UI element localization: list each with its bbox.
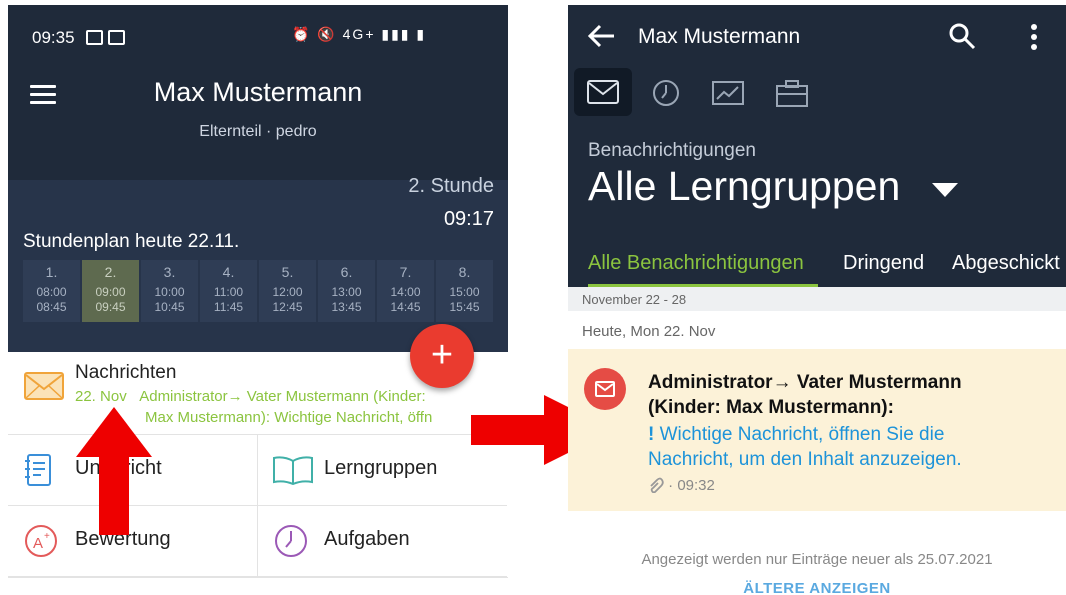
schedule-slot[interactable]: 8. 15:00 15:45 (436, 260, 493, 322)
messages-preview: 22. Nov Administrator→ Vater Mustermann … (75, 388, 426, 405)
open-book-icon (273, 456, 313, 485)
svg-text:+: + (44, 531, 50, 542)
status-time: 09:35 (32, 28, 75, 47)
urgent-mark: ! (648, 424, 655, 445)
tab-dringend[interactable]: Dringend (843, 252, 924, 275)
schedule-slot[interactable]: 5. 12:00 12:45 (259, 260, 316, 322)
schedule-slot[interactable]: 1. 08:00 08:45 (23, 260, 80, 322)
chevron-down-icon[interactable] (932, 183, 958, 199)
schedule-slot[interactable]: 4. 11:00 11:45 (200, 260, 257, 322)
user-name: Max Mustermann (153, 77, 363, 107)
annotation-arrow-up-shaft (99, 455, 129, 535)
current-time: 09:17 (443, 208, 494, 230)
tile-label: Lerngruppen (324, 457, 438, 479)
message-date: 22. Nov (75, 388, 127, 405)
user-role: Elternteil · pedro (199, 123, 317, 140)
camera-icon (108, 30, 125, 45)
svg-text:A: A (33, 535, 43, 552)
message-avatar (584, 368, 626, 410)
messages-title: Nachrichten (75, 362, 177, 383)
search-icon[interactable] (948, 22, 976, 50)
schedule-slot[interactable]: 7. 14:00 14:45 (377, 260, 434, 322)
schedule-slot-active[interactable]: 2. 09:00 09:45 (82, 260, 139, 322)
chart-icon[interactable] (712, 81, 744, 105)
envelope-icon (587, 80, 619, 104)
toolbar-title: Max Mustermann (638, 25, 801, 48)
left-phone-screen: 09:35 ⏰ 🔇 4G+ ▮▮▮ ▮ Max Mustermann Elter… (8, 5, 508, 595)
add-fab-button[interactable]: + (410, 324, 474, 388)
tile-aufgaben[interactable]: Aufgaben (258, 506, 507, 577)
more-tiles-row (8, 577, 508, 595)
arrow-left-icon[interactable] (586, 23, 616, 49)
paperclip-icon (650, 477, 664, 494)
tile-lerngruppen[interactable]: Lerngruppen (258, 435, 507, 506)
message-preview-line1: Administrator→ Vater Mustermann (Kinder: (139, 388, 426, 405)
schedule-title: Stundenplan heute 22.11. (23, 231, 240, 252)
week-header: November 22 - 28 (568, 287, 1066, 311)
gallery-icon (86, 30, 103, 45)
schedule-slot[interactable]: 6. 13:00 13:45 (318, 260, 375, 322)
section-tab-messages[interactable] (574, 68, 632, 116)
footer-note: Angezeigt werden nur Einträge neuer als … (641, 551, 993, 568)
message-time: · 09:32 (668, 477, 715, 494)
grade-a-plus-icon: A + (25, 525, 57, 557)
group-selector[interactable]: Alle Lerngruppen (588, 163, 900, 210)
clock-icon[interactable] (652, 79, 680, 107)
message-preview-line2: Max Mustermann): Wichtige Nachricht, öff… (145, 409, 433, 426)
briefcase-icon[interactable] (776, 79, 808, 107)
clock-icon (275, 525, 307, 557)
more-vert-icon[interactable] (1026, 23, 1042, 53)
tab-alle-benachrichtigungen[interactable]: Alle Benachrichtigungen (588, 252, 804, 275)
schedule-slot[interactable]: 3. 10:00 10:45 (141, 260, 198, 322)
tile-label: Aufgaben (324, 528, 410, 550)
message-sender: Administrator→ Vater Mustermann (Kinder:… (648, 372, 962, 418)
tab-abgeschickt[interactable]: Abgeschickt (952, 252, 1060, 275)
envelope-icon (595, 381, 615, 397)
status-icons: ⏰ 🔇 4G+ ▮▮▮ ▮ (292, 26, 427, 42)
current-hour-label: 2. Stunde (408, 175, 494, 197)
envelope-icon (24, 372, 64, 400)
right-phone-screen: Max Mustermann Benachrichtigungen Alle L… (568, 5, 1066, 595)
notebook-icon (25, 454, 51, 486)
section-subtitle: Benachrichtigungen (588, 140, 756, 161)
message-meta: · 09:32 (648, 477, 715, 494)
annotation-arrow-up-head (76, 407, 152, 457)
week-label: November 22 - 28 (582, 292, 687, 307)
message-text[interactable]: ! Wichtige Nachricht, öffnen Sie die Nac… (648, 422, 1038, 472)
day-header: Heute, Mon 22. Nov (582, 323, 716, 340)
show-older-button[interactable]: ÄLTERE ANZEIGEN (568, 580, 1066, 595)
tile-bewertung[interactable]: A + Bewertung (8, 506, 258, 577)
annotation-arrow-right-shaft (471, 415, 546, 445)
